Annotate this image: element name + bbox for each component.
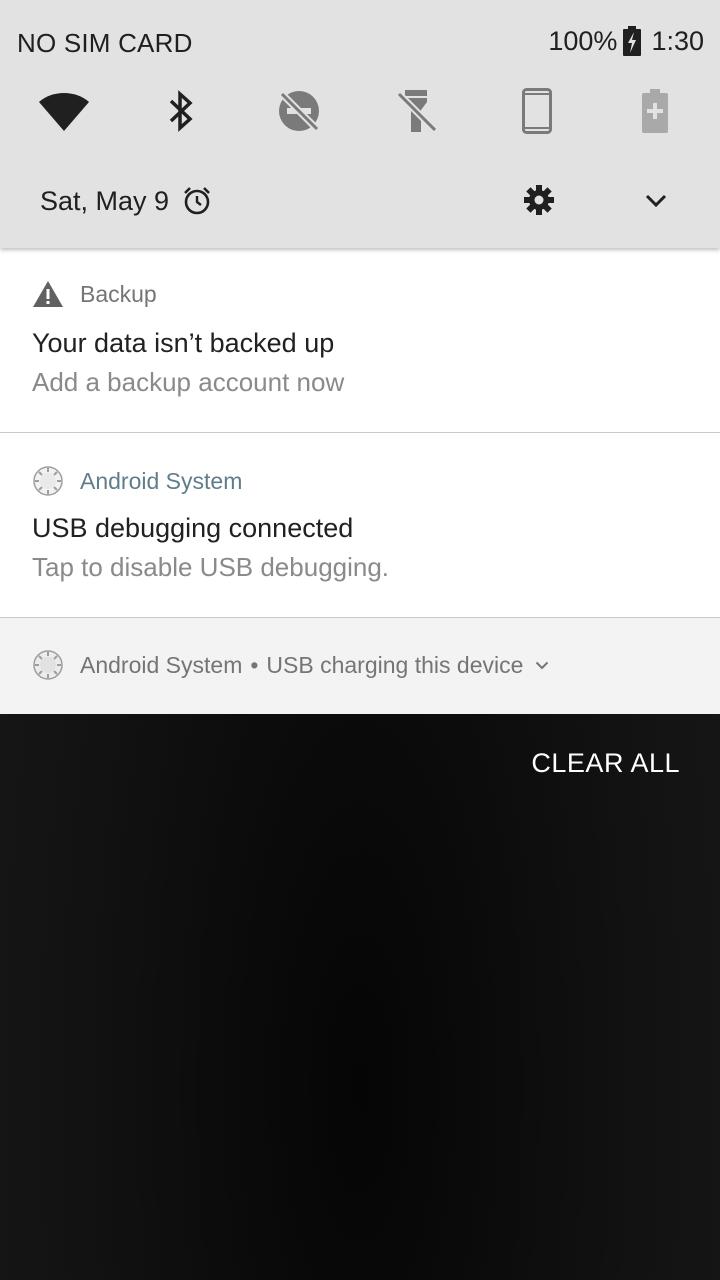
android-system-icon — [33, 466, 63, 496]
app-name: Android System — [80, 467, 243, 494]
notification-usb-charging[interactable]: Android System • USB charging this devic… — [0, 618, 720, 714]
chevron-down-icon — [645, 194, 667, 208]
dnd-tile[interactable] — [268, 80, 330, 142]
clear-all-button[interactable]: CLEAR ALL — [531, 748, 680, 779]
auto-rotate-tile[interactable] — [506, 80, 568, 142]
notification-backup[interactable]: Backup Your data isn’t backed up Add a b… — [0, 248, 720, 432]
date-label[interactable]: Sat, May 9 — [40, 186, 169, 217]
divider — [0, 617, 720, 618]
separator-dot: • — [250, 651, 259, 678]
date-row: Sat, May 9 — [0, 172, 720, 230]
wifi-tile[interactable] — [33, 80, 95, 142]
notification-header: Android System — [32, 465, 242, 497]
notification-usb-debugging[interactable]: Android System USB debugging connected T… — [0, 433, 720, 617]
battery-saver-tile[interactable] — [624, 80, 686, 142]
wifi-icon — [39, 93, 89, 131]
bluetooth-icon — [169, 90, 193, 132]
notification-title: Your data isn’t backed up — [32, 328, 335, 358]
phone-portrait-icon — [522, 88, 552, 134]
battery-percent: 100% — [548, 25, 618, 56]
gear-icon — [524, 185, 554, 215]
battery-charging-icon — [623, 26, 642, 56]
notification-text: Add a backup account now — [32, 367, 345, 397]
chevron-down-icon[interactable] — [535, 661, 549, 670]
notification-header: Backup — [32, 280, 157, 308]
flashlight-off-icon — [396, 90, 438, 133]
quick-settings-row — [0, 80, 720, 142]
android-system-icon — [33, 650, 63, 680]
divider — [0, 432, 720, 433]
battery-saver-icon — [642, 89, 668, 133]
notification-text: Tap to disable USB debugging. — [32, 552, 390, 582]
notification-summary: USB charging this device — [266, 651, 524, 678]
clock: 1:30 — [651, 25, 704, 56]
expand-button[interactable] — [636, 181, 676, 221]
bluetooth-tile[interactable] — [150, 80, 212, 142]
quick-settings-panel: NO SIM CARD 100% 1:30 Sat, May 9 — [0, 0, 720, 248]
dnd-off-icon — [279, 91, 320, 132]
alarm-icon[interactable] — [182, 186, 212, 216]
status-right: 100% 1:30 — [548, 25, 704, 57]
warning-icon — [33, 281, 63, 307]
app-name: Backup — [80, 280, 157, 307]
flashlight-tile[interactable] — [386, 80, 448, 142]
app-name: Android System — [80, 651, 243, 678]
notification-title: USB debugging connected — [32, 513, 354, 543]
notification-header: Android System • USB charging this devic… — [32, 649, 549, 681]
carrier-label: NO SIM CARD — [17, 28, 193, 58]
status-bar: NO SIM CARD 100% 1:30 — [0, 0, 720, 82]
settings-button[interactable] — [520, 181, 558, 219]
